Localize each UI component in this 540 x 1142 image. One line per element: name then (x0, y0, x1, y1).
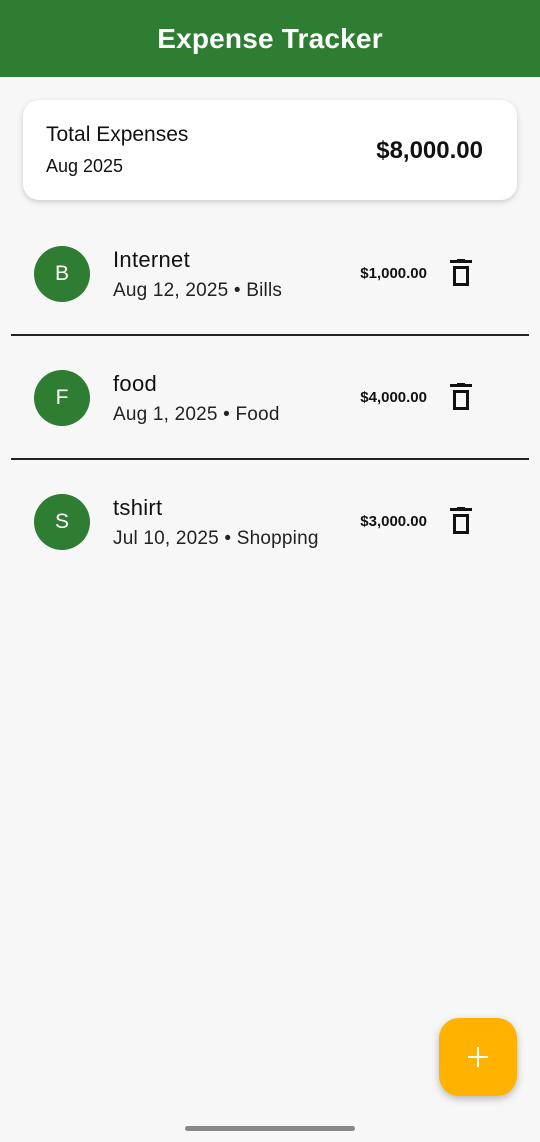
expense-amount: $1,000.00 (360, 265, 427, 282)
category-avatar: S (34, 494, 90, 550)
expense-meta: Aug 12, 2025 • Bills (113, 280, 283, 301)
trash-icon (450, 507, 472, 534)
expense-amount: $3,000.00 (360, 513, 427, 530)
delete-button[interactable] (447, 505, 475, 537)
expense-name: food (113, 371, 158, 396)
summary-month: Aug 2025 (46, 156, 124, 176)
home-indicator[interactable] (185, 1126, 355, 1131)
expense-list: B Internet Aug 12, 2025 • Bills $1,000.0… (0, 212, 540, 584)
expense-name: Internet (113, 247, 191, 272)
expense-row[interactable]: S tshirt Jul 10, 2025 • Shopping $3,000.… (0, 460, 540, 584)
expense-row[interactable]: F food Aug 1, 2025 • Food $4,000.00 (0, 336, 540, 460)
delete-button[interactable] (447, 257, 475, 289)
trash-icon (450, 259, 472, 286)
expense-meta: Jul 10, 2025 • Shopping (113, 528, 319, 549)
plus-icon (468, 1047, 488, 1067)
expense-row[interactable]: B Internet Aug 12, 2025 • Bills $1,000.0… (0, 212, 540, 336)
expense-amount: $4,000.00 (360, 389, 427, 406)
add-expense-button[interactable] (439, 1018, 517, 1096)
app-bar: Expense Tracker (0, 0, 540, 77)
expense-name: tshirt (113, 495, 163, 520)
expense-meta: Aug 1, 2025 • Food (113, 404, 280, 425)
category-avatar: F (34, 370, 90, 426)
trash-icon (450, 383, 472, 410)
summary-title: Total Expenses (46, 123, 189, 146)
summary-total-amount: $8,000.00 (376, 137, 483, 164)
app-title: Expense Tracker (157, 22, 383, 54)
delete-button[interactable] (447, 381, 475, 413)
total-expenses-card: Total Expenses Aug 2025 $8,000.00 (23, 100, 517, 200)
category-avatar: B (34, 246, 90, 302)
